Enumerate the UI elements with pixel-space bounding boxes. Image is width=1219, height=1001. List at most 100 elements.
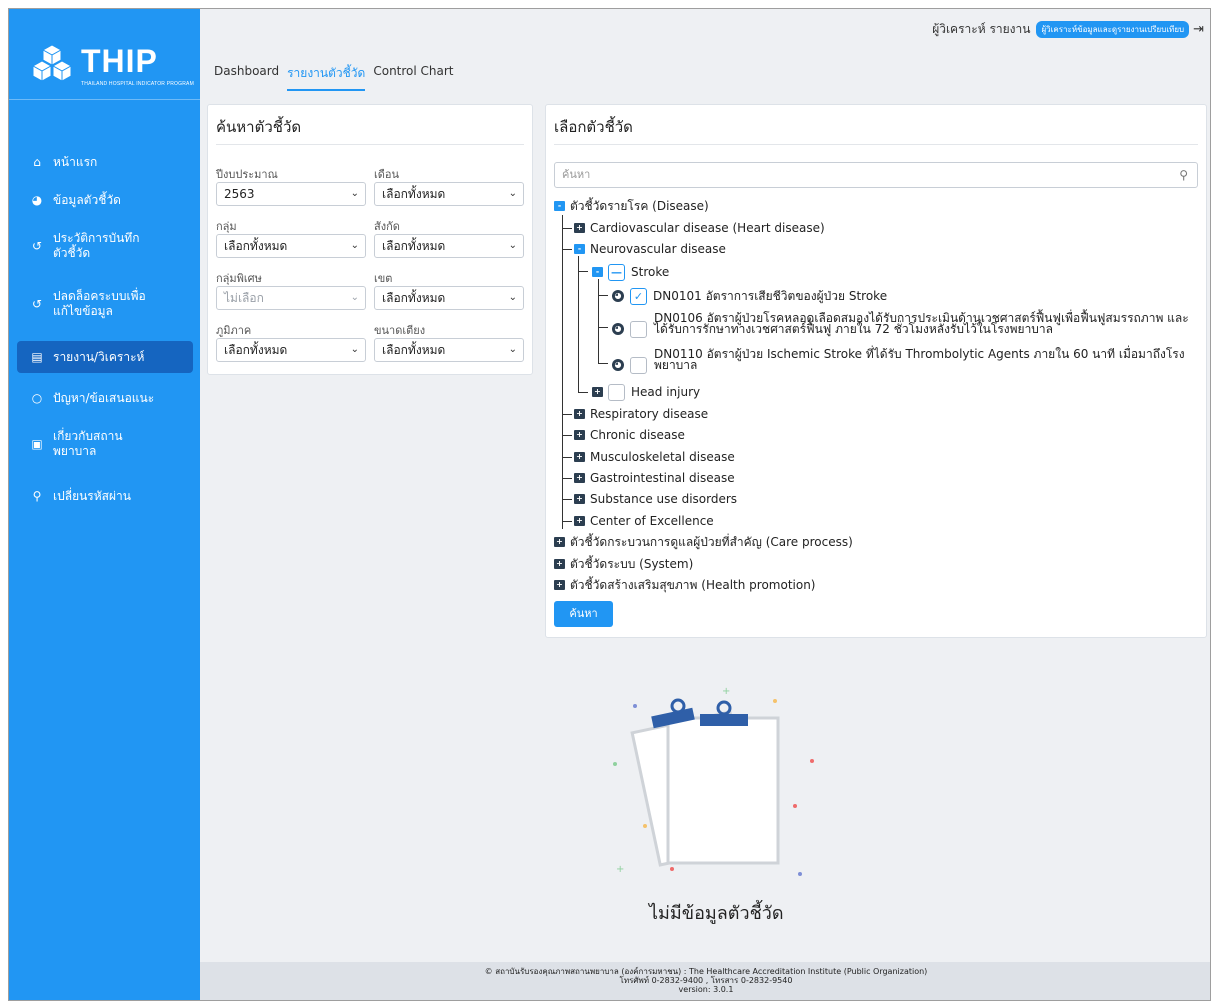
dn0101-checkbox[interactable]: ✓ xyxy=(630,287,647,305)
app-frame: THIP THAILAND HOSPITAL INDICATOR PROGRAM… xyxy=(8,8,1211,1001)
sidebar-item-feedback[interactable]: ○ ปัญหา/ข้อเสนอแนะ xyxy=(17,383,193,413)
chevron-down-icon: ⌄ xyxy=(508,188,517,199)
bed-size-select[interactable]: เลือกทั้งหมด ⌄ xyxy=(374,338,524,362)
zone-label: เขต xyxy=(374,272,393,285)
tree-connector xyxy=(562,249,572,250)
special-group-select[interactable]: ไม่เลือก ⌄ xyxy=(216,286,366,310)
affiliation-select[interactable]: เลือกทั้งหมด ⌄ xyxy=(374,234,524,258)
tree-node-stroke[interactable]: - — Stroke xyxy=(592,262,669,282)
folder-plus-icon: + xyxy=(554,559,565,569)
tree-node-musculo[interactable]: + Musculoskeletal disease xyxy=(574,449,735,465)
tree-node-disease[interactable]: - ตัวชี้วัดรายโรค (Disease) xyxy=(554,198,709,214)
tree-connector xyxy=(578,392,588,393)
sidebar-item-change-password[interactable]: ⚲ เปลี่ยนรหัสผ่าน xyxy=(17,481,193,511)
history-icon: ↺ xyxy=(31,238,43,253)
sidebar-item-indicator-data[interactable]: ◕ ข้อมูลตัวชี้วัด xyxy=(17,185,193,215)
tree-node-care-process[interactable]: + ตัวชี้วัดกระบวนการดูแลผู้ป่วยที่สำคัญ … xyxy=(554,534,853,550)
gauge-icon: ◕ xyxy=(612,323,624,335)
tree-node-label: Cardiovascular disease (Heart disease) xyxy=(590,221,825,235)
bed-size-label: ขนาดเตียง xyxy=(374,324,426,337)
dashboard-gauge-icon: ◕ xyxy=(31,192,43,207)
region-select[interactable]: เลือกทั้งหมด ⌄ xyxy=(216,338,366,362)
year-label: ปีงบประมาณ xyxy=(216,168,278,181)
tree-connector xyxy=(598,295,608,296)
tree-node-respiratory[interactable]: + Respiratory disease xyxy=(574,406,708,422)
chevron-down-icon: ⌄ xyxy=(508,292,517,303)
tree-node-label: Stroke xyxy=(631,265,670,279)
svg-text:+: + xyxy=(722,686,730,697)
footer-phone: โทรศัพท์ 0-2832-9400 , โทรสาร 0-2832-954… xyxy=(619,976,793,985)
user-name: ผู้วิเคราะห์ รายงาน xyxy=(932,21,1031,36)
year-select[interactable]: 2563 ⌄ xyxy=(216,182,366,206)
sidebar-item-report[interactable]: ▤ รายงาน/วิเคราะห์ xyxy=(17,341,193,373)
chart-icon: ▤ xyxy=(31,349,43,364)
tree-node-dn0101[interactable]: ◕ ✓ DN0101 อัตราการเสียชีวิตของผู้ป่วย S… xyxy=(612,286,887,306)
divider xyxy=(554,144,1198,145)
comment-icon: ○ xyxy=(31,390,43,405)
sidebar-item-label: เปลี่ยนรหัสผ่าน xyxy=(53,488,131,503)
group-select[interactable]: เลือกทั้งหมด ⌄ xyxy=(216,234,366,258)
divider xyxy=(216,144,524,145)
footer: © สถาบันรับรองคุณภาพสถานพยาบาล (องค์การม… xyxy=(200,962,1210,1000)
tree-node-head-injury[interactable]: + Head injury xyxy=(592,382,700,402)
folder-plus-icon: + xyxy=(554,580,565,590)
sidebar-item-history[interactable]: ↺ ประวัติการบันทึก ตัวชี้วัด xyxy=(17,229,193,263)
folder-plus-icon: + xyxy=(574,223,585,233)
tree-node-chronic[interactable]: + Chronic disease xyxy=(574,427,685,443)
sidebar-item-home[interactable]: ⌂ หน้าแรก xyxy=(17,147,193,177)
tree-connector xyxy=(562,521,572,522)
logo-subtitle: THAILAND HOSPITAL INDICATOR PROGRAM xyxy=(81,81,194,87)
key-icon: ⚲ xyxy=(32,488,42,503)
zone-select[interactable]: เลือกทั้งหมด ⌄ xyxy=(374,286,524,310)
tree-node-label: Center of Excellence xyxy=(590,514,714,528)
tab-indicator-report[interactable]: รายงานตัวชี้วัด xyxy=(287,64,366,91)
tree-connector xyxy=(562,414,572,415)
tree-node-health-promotion[interactable]: + ตัวชี้วัดสร้างเสริมสุขภาพ (Health prom… xyxy=(554,577,815,593)
tree-node-neuro[interactable]: - Neurovascular disease xyxy=(574,241,726,257)
month-select[interactable]: เลือกทั้งหมด ⌄ xyxy=(374,182,524,206)
sidebar-item-unlock[interactable]: ↺ ปลดล็อคระบบเพื่อ แก้ไขข้อมูล xyxy=(17,287,193,321)
logout-icon[interactable]: ⇥ xyxy=(1193,22,1204,37)
empty-clipboard-illustration: + + xyxy=(613,686,814,876)
chevron-down-icon: ⌄ xyxy=(508,344,517,355)
stroke-checkbox[interactable]: — xyxy=(608,263,625,281)
head-injury-checkbox[interactable] xyxy=(608,383,625,401)
month-label: เดือน xyxy=(374,168,400,181)
dn0106-checkbox[interactable] xyxy=(630,320,647,338)
tab-dashboard[interactable]: Dashboard xyxy=(214,64,279,91)
logo[interactable]: THIP THAILAND HOSPITAL INDICATOR PROGRAM xyxy=(31,37,194,97)
folder-plus-icon: + xyxy=(574,452,585,462)
tree-node-gastro[interactable]: + Gastrointestinal disease xyxy=(574,470,735,486)
gauge-icon: ◕ xyxy=(612,359,624,371)
tree-node-dn0106[interactable]: ◕ xyxy=(612,319,653,339)
tab-control-chart[interactable]: Control Chart xyxy=(373,64,453,91)
month-value: เลือกทั้งหมด xyxy=(382,187,446,201)
tree-node-coe[interactable]: + Center of Excellence xyxy=(574,513,714,529)
indicator-search-input[interactable]: ค้นหา ⚲ xyxy=(554,162,1198,188)
tree-connector xyxy=(578,256,579,392)
tree-node-substance[interactable]: + Substance use disorders xyxy=(574,491,737,507)
special-group-value: ไม่เลือก xyxy=(224,291,264,305)
footer-copyright: © สถาบันรับรองคุณภาพสถานพยาบาล (องค์การม… xyxy=(484,967,928,976)
tree-node-label: Substance use disorders xyxy=(590,492,738,506)
tree-node-cardio[interactable]: + Cardiovascular disease (Heart disease) xyxy=(574,220,825,236)
sidebar-item-label: รายงาน/วิเคราะห์ xyxy=(53,349,145,364)
indicator-selector-card: เลือกตัวชี้วัด ค้นหา ⚲ - ตัวชี้วัดรายโรค… xyxy=(545,104,1207,638)
chevron-down-icon: ⌄ xyxy=(350,292,359,303)
tree-connector xyxy=(578,271,588,272)
search-button[interactable]: ค้นหา xyxy=(554,601,613,627)
year-value: 2563 xyxy=(224,187,255,201)
tree-connector xyxy=(562,478,572,479)
filter-card: ค้นหาตัวชี้วัด ปีงบประมาณ 2563 ⌄ เดือน เล… xyxy=(207,104,533,375)
tree-node-dn0110[interactable]: ◕ xyxy=(612,355,653,375)
tree-connector xyxy=(562,228,572,229)
tree-node-system[interactable]: + ตัวชี้วัดระบบ (System) xyxy=(554,556,693,572)
sidebar-item-hospital[interactable]: ▣ เกี่ยวกับสถาน พยาบาล xyxy=(17,427,193,461)
search-placeholder: ค้นหา xyxy=(562,168,591,181)
chevron-down-icon: ⌄ xyxy=(350,188,359,199)
dn0110-checkbox[interactable] xyxy=(630,356,647,374)
tree-connector xyxy=(598,279,599,363)
dn0106-label: DN0106 อัตราผู้ป่วยโรคหลอดเลือดสมองได้รั… xyxy=(654,311,1189,336)
special-group-label: กลุ่มพิเศษ xyxy=(216,272,262,285)
tree-node-label: Head injury xyxy=(631,385,701,399)
